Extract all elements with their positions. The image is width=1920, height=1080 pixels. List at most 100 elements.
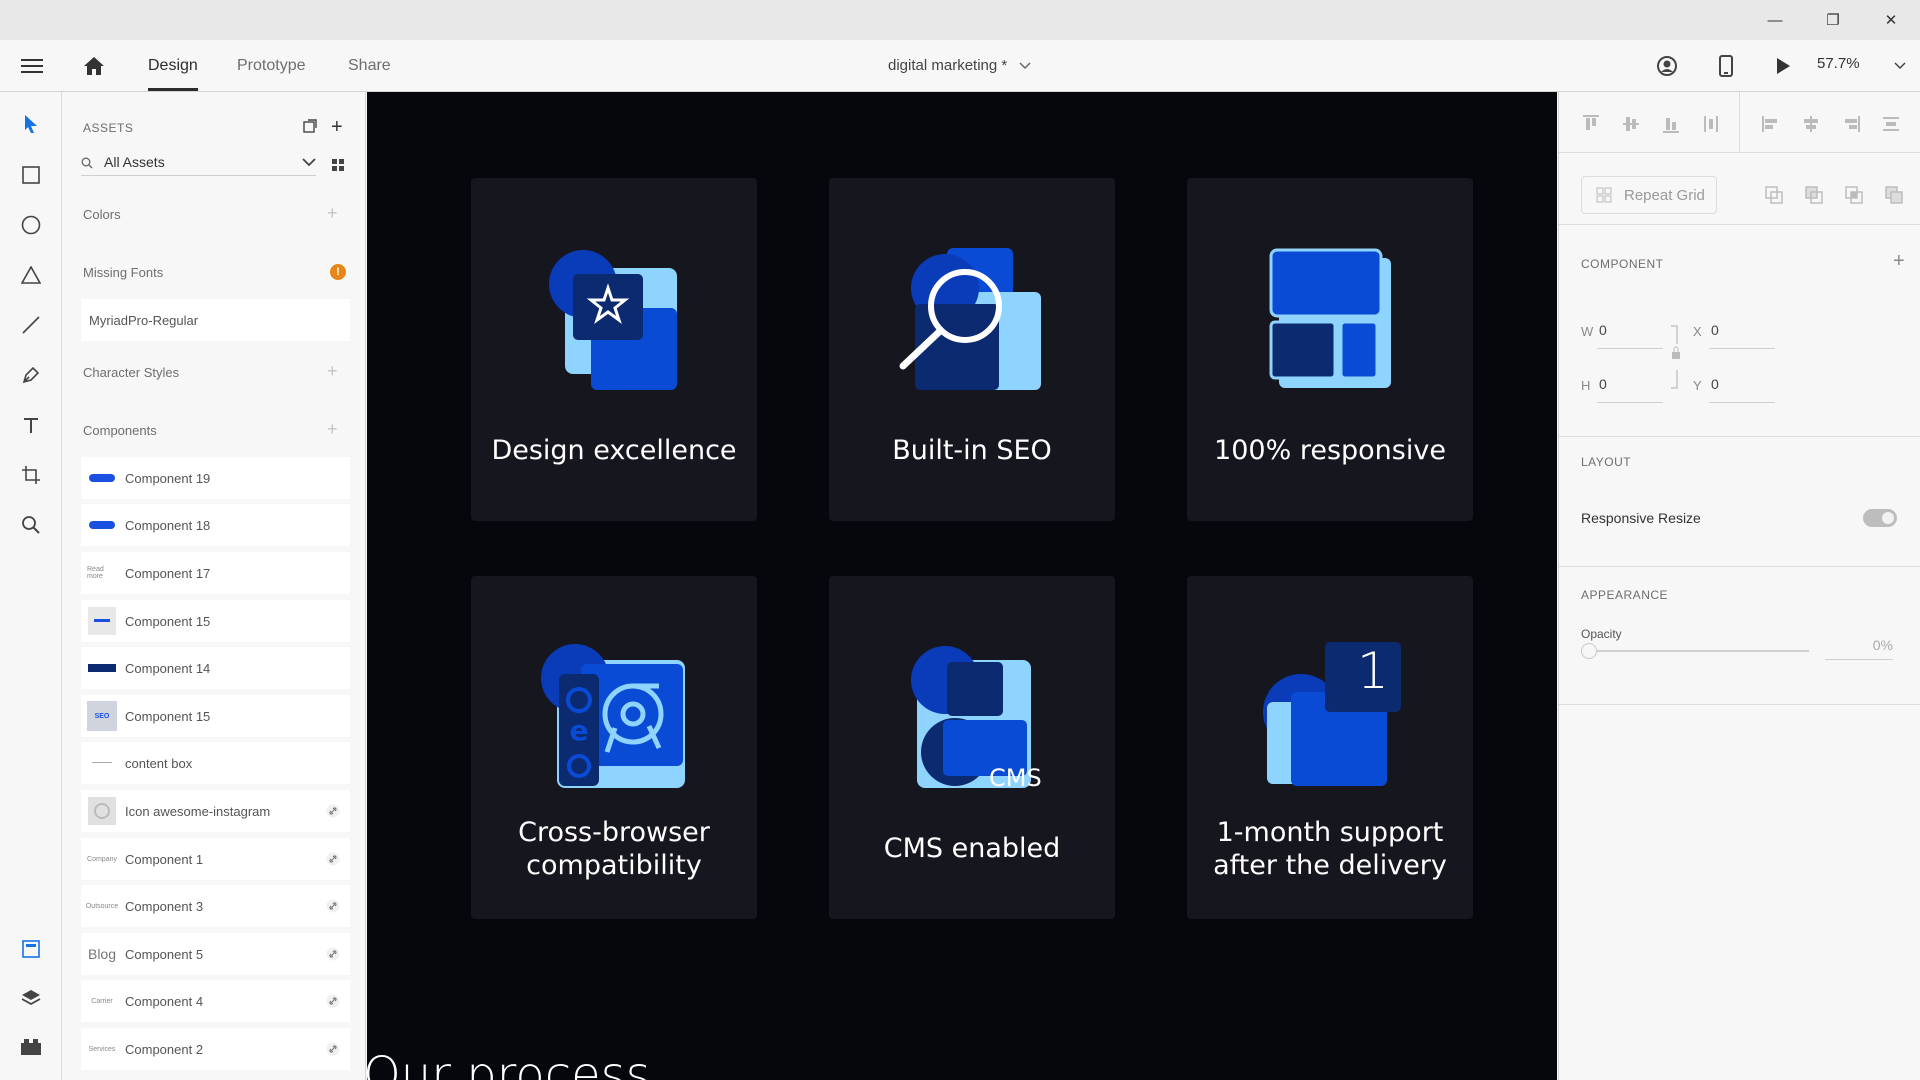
feature-card-support[interactable]: 1 1-month support after the delivery	[1187, 576, 1473, 919]
repeat-grid-icon	[1596, 187, 1612, 203]
select-tool[interactable]	[16, 109, 46, 139]
add-character-style-button[interactable]: +	[327, 361, 338, 382]
lock-aspect-icon[interactable]	[1669, 322, 1683, 392]
grid-view-toggle[interactable]	[332, 158, 344, 176]
distribute-horizontal-icon[interactable]	[1881, 114, 1901, 134]
play-preview-button[interactable]	[1770, 53, 1796, 79]
feature-card-design-excellence[interactable]: Design excellence	[471, 178, 757, 521]
align-center-icon[interactable]	[1801, 114, 1821, 134]
minimize-button[interactable]: —	[1746, 0, 1804, 40]
zoom-dropdown[interactable]	[1892, 58, 1908, 74]
missing-fonts-warning-badge: !	[330, 264, 346, 280]
layers-icon	[21, 990, 41, 1006]
repeat-grid-button[interactable]: Repeat Grid	[1581, 176, 1717, 214]
home-button[interactable]	[80, 53, 108, 79]
x-input[interactable]: 0	[1711, 322, 1719, 338]
responsive-resize-toggle[interactable]	[1863, 509, 1897, 527]
assets-panel-toggle[interactable]	[16, 934, 46, 964]
document-title[interactable]: digital marketing *	[888, 57, 1031, 74]
layers-panel-toggle[interactable]	[16, 983, 46, 1013]
component-thumbnail	[87, 796, 117, 826]
zoom-level[interactable]: 57.7%	[1817, 55, 1860, 72]
component-list-item[interactable]: Blog Component 5	[81, 933, 350, 975]
property-inspector: Repeat Grid COMPONENT + W 0 H 0 X 0 Y 0 …	[1558, 92, 1920, 1080]
card-label: Design excellence	[491, 435, 737, 466]
feature-card-cross-browser[interactable]: e Cross-browser compatibility	[471, 576, 757, 919]
component-label: Component 19	[125, 470, 211, 486]
align-right-icon[interactable]	[1841, 114, 1861, 134]
plugins-panel-toggle[interactable]	[16, 1032, 46, 1062]
component-list-item[interactable]: Carrier Component 4	[81, 980, 350, 1022]
tab-prototype[interactable]: Prototype	[237, 57, 305, 75]
add-color-button[interactable]: +	[327, 203, 338, 224]
open-library-button[interactable]	[303, 119, 317, 138]
component-list-item[interactable]: Component 18	[81, 504, 350, 546]
boolean-subtract-icon[interactable]	[1805, 186, 1823, 204]
component-thumbnail: Outsource	[86, 891, 118, 921]
add-component-button[interactable]: +	[327, 419, 338, 440]
assets-panel: ASSETS + All Assets Colors + Missing Fon…	[63, 92, 366, 1080]
align-left-icon[interactable]	[1761, 114, 1781, 134]
feature-card-100-responsive[interactable]: 100% responsive	[1187, 178, 1473, 521]
polygon-tool[interactable]	[16, 260, 46, 290]
opacity-slider-handle[interactable]	[1581, 643, 1597, 659]
missing-font-item[interactable]: MyriadPro-Regular	[81, 299, 350, 341]
design-canvas[interactable]: Design excellence Built-in SEO 100% resp…	[367, 92, 1557, 1080]
feature-card-cms-enabled[interactable]: CMS CMS enabled	[829, 576, 1115, 919]
divider	[1559, 704, 1920, 705]
opacity-value-input[interactable]: 0%	[1825, 637, 1893, 653]
repeat-grid-label: Repeat Grid	[1624, 186, 1705, 204]
component-thumbnail: Read more	[87, 558, 117, 588]
width-input[interactable]: 0	[1599, 322, 1607, 338]
card-label: Cross-browser compatibility	[518, 817, 710, 881]
add-asset-button[interactable]: +	[331, 116, 343, 139]
component-thumbnail-text: Read more	[87, 566, 104, 580]
component-list-item[interactable]: Component 15	[81, 600, 350, 642]
component-thumbnail: Blog	[87, 939, 117, 969]
rectangle-tool[interactable]	[16, 160, 46, 190]
ellipse-tool[interactable]	[16, 210, 46, 240]
component-list-item[interactable]: content box	[81, 742, 350, 784]
align-bottom-icon[interactable]	[1661, 114, 1681, 134]
artboard-tool[interactable]	[16, 460, 46, 490]
component-list-item[interactable]: Company Component 1	[81, 838, 350, 880]
component-label: Component 4	[125, 993, 204, 1009]
component-thumbnail: SEO	[87, 701, 117, 731]
browsers-icon: e	[541, 644, 685, 788]
component-list-item[interactable]: Services Component 2	[81, 1028, 350, 1070]
assets-search-dropdown[interactable]: All Assets	[81, 152, 316, 176]
boolean-intersect-icon[interactable]	[1845, 186, 1863, 204]
text-tool[interactable]	[16, 410, 46, 440]
component-list-item[interactable]: Icon awesome-instagram	[81, 790, 350, 832]
component-label: Component 14	[125, 660, 211, 676]
align-middle-icon[interactable]	[1621, 114, 1641, 134]
component-list-item[interactable]: Component 14	[81, 647, 350, 689]
device-preview-button[interactable]	[1713, 53, 1739, 79]
tab-design[interactable]: Design	[148, 57, 198, 91]
component-list-item[interactable]: Outsource Component 3	[81, 885, 350, 927]
tab-share[interactable]: Share	[348, 57, 391, 75]
opacity-slider-track[interactable]	[1581, 650, 1809, 652]
close-window-button[interactable]: ✕	[1862, 0, 1920, 40]
distribute-vertical-icon[interactable]	[1701, 114, 1721, 134]
boolean-exclude-icon[interactable]	[1885, 186, 1903, 204]
cms-badge-text: CMS	[989, 764, 1042, 792]
component-list-item[interactable]: Read more Component 17	[81, 552, 350, 594]
y-input[interactable]: 0	[1711, 376, 1719, 392]
feature-card-built-in-seo[interactable]: Built-in SEO	[829, 178, 1115, 521]
restore-button[interactable]: ❐	[1804, 0, 1862, 40]
component-list-item[interactable]: Component 19	[81, 457, 350, 499]
add-component-state-button[interactable]: +	[1893, 250, 1905, 273]
user-share-icon	[1657, 56, 1677, 76]
boolean-add-icon[interactable]	[1765, 186, 1783, 204]
hamburger-menu-button[interactable]	[18, 54, 46, 78]
pen-tool[interactable]	[16, 360, 46, 390]
rectangle-icon	[22, 166, 40, 184]
line-tool[interactable]	[16, 310, 46, 340]
align-top-icon[interactable]	[1581, 114, 1601, 134]
zoom-tool[interactable]	[16, 510, 46, 540]
share-user-button[interactable]	[1654, 53, 1680, 79]
component-list-item[interactable]: SEO Component 15	[81, 695, 350, 737]
height-input[interactable]: 0	[1599, 376, 1607, 392]
link-icon	[326, 1042, 340, 1056]
